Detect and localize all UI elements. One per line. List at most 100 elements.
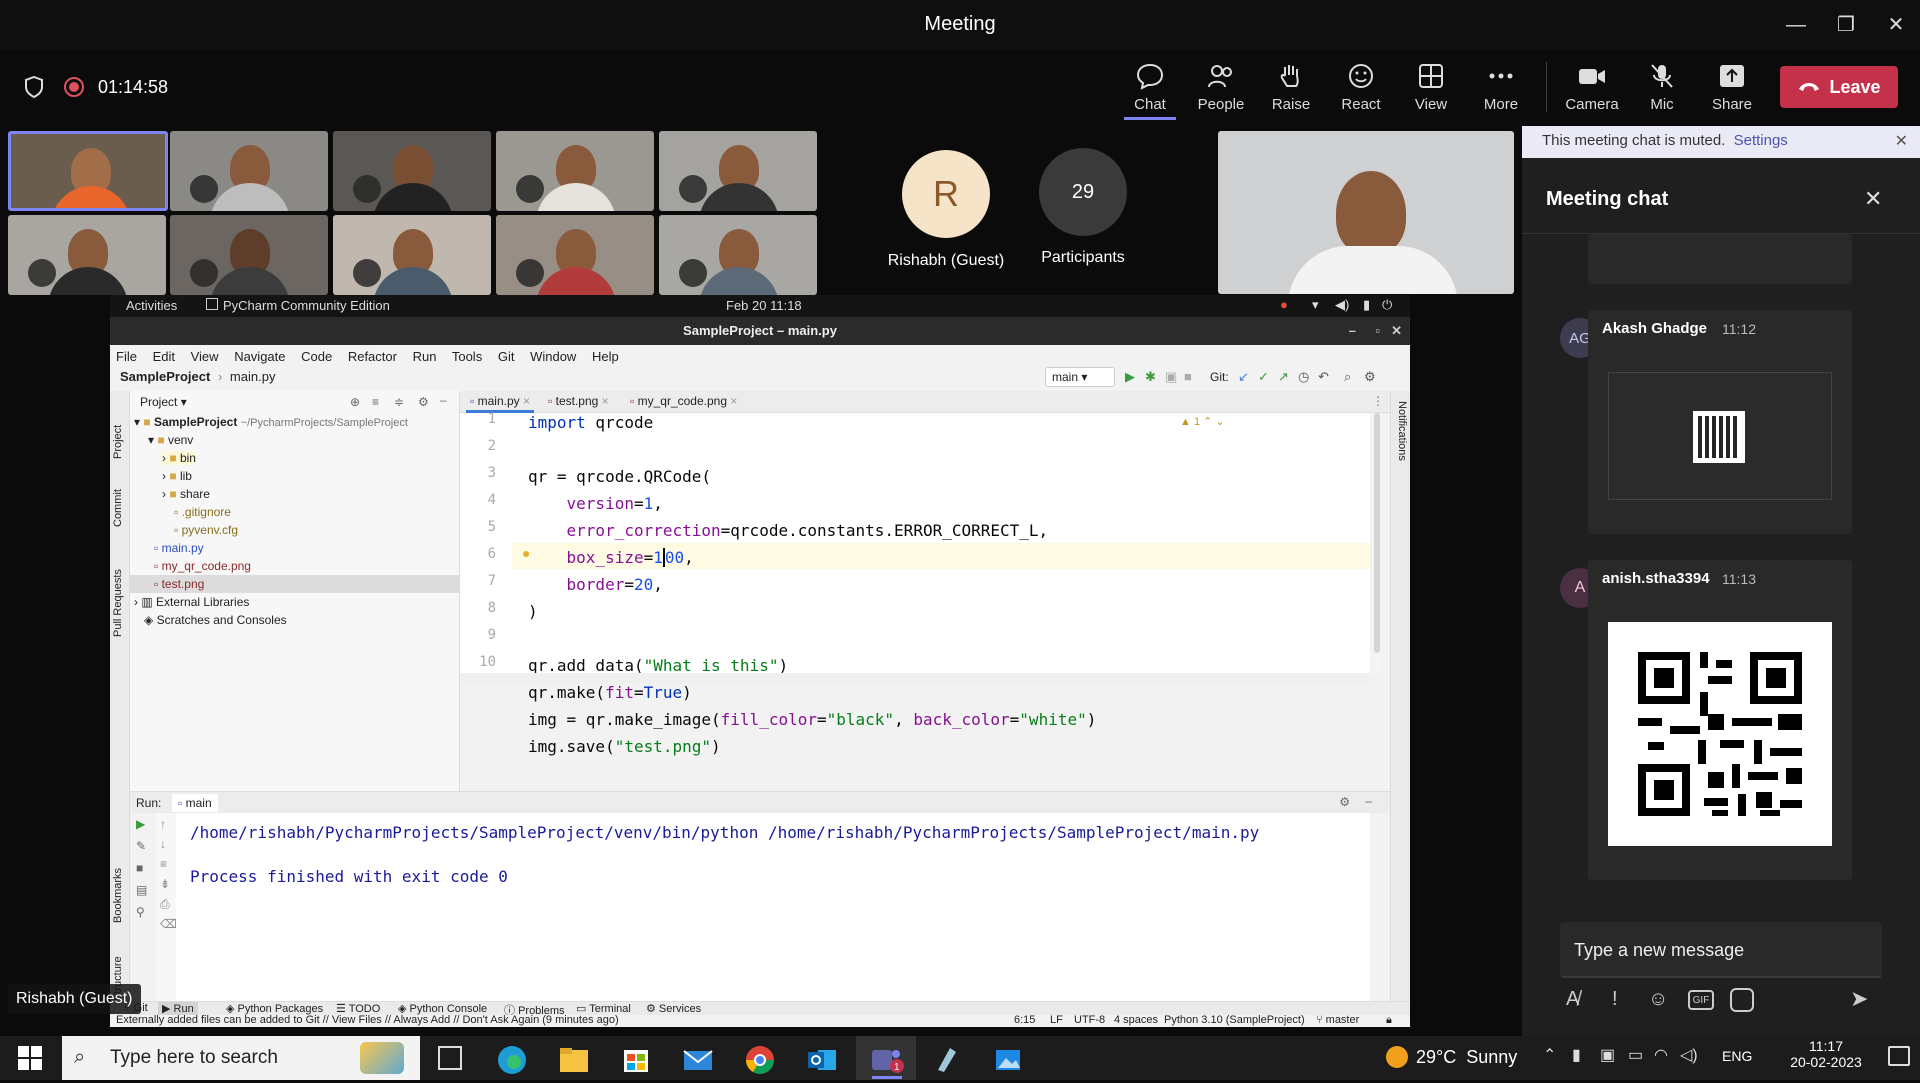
tree-item-qrpng[interactable]: ▫ my_qr_code.png [154,559,251,573]
menu-refactor[interactable]: Refactor [348,349,397,364]
battery-icon[interactable]: ▭ [1628,1045,1643,1065]
close-chat-icon[interactable]: ✕ [1864,186,1882,212]
qr-code-image[interactable] [1608,622,1832,846]
print-icon[interactable]: ⎙ [160,897,170,912]
tab-services[interactable]: ⚙ Services [646,1002,701,1015]
more-button[interactable]: More [1466,62,1536,113]
status-interpreter[interactable]: Python 3.10 (SampleProject) [1164,1014,1305,1026]
menu-tools[interactable]: Tools [452,349,482,364]
collapse-all-icon[interactable]: ≑ [394,395,404,409]
git-push-icon[interactable]: ↗ [1278,369,1289,385]
weather-icon[interactable] [1386,1046,1408,1068]
menu-git[interactable]: Git [498,349,515,364]
settings-gear-icon[interactable]: ⚙ [1364,369,1376,385]
soft-wrap-icon[interactable]: ≡ [160,857,167,871]
video-tile-self[interactable] [8,131,168,211]
tab-test-png[interactable]: ▫ test.png × [548,394,609,408]
send-icon[interactable]: ➤ [1850,986,1876,1012]
people-button[interactable]: People [1186,62,1256,113]
scroll-end-icon[interactable]: ⇟ [160,877,170,891]
menu-help[interactable]: Help [592,349,619,364]
tree-item-pyvenv[interactable]: ▫ pyvenv.cfg [174,523,238,537]
emoji-icon[interactable]: ☺ [1648,988,1672,1012]
chevron-up-icon[interactable]: ⌃ [1543,1045,1556,1065]
status-message[interactable]: Externally added files can be added to G… [116,1014,619,1026]
run-tab-main[interactable]: ▫ main [172,794,218,812]
video-tile[interactable] [333,215,491,295]
close-banner-icon[interactable]: ✕ [1895,131,1908,151]
video-tile[interactable] [496,131,654,211]
restore-button[interactable]: ❐ [1826,10,1866,40]
tree-item-testpng[interactable]: ▫ test.png [154,577,204,591]
clear-icon[interactable]: ⌫ [160,917,177,931]
share-button[interactable]: Share [1697,62,1767,113]
breadcrumb-project[interactable]: SampleProject [120,369,210,384]
tool-pull-requests[interactable]: Pull Requests [112,537,128,637]
tree-item-lib[interactable]: › ■ lib [162,469,192,483]
snipping-tool-icon[interactable] [928,1042,968,1078]
project-panel-title[interactable]: Project ▾ [140,395,187,409]
expand-all-icon[interactable]: ≡ [372,395,379,409]
coverage-icon[interactable]: ▣ [1165,369,1177,385]
format-icon[interactable]: A̸ [1566,988,1592,1012]
task-view-icon[interactable] [438,1046,462,1070]
microphone-tray-icon[interactable]: ▮ [1572,1045,1581,1065]
tool-bookmarks[interactable]: Bookmarks [112,853,128,923]
important-icon[interactable]: ! [1612,988,1632,1012]
close-window-button[interactable]: ✕ [1876,10,1916,40]
status-line-sep[interactable]: LF [1050,1014,1063,1026]
locate-icon[interactable]: ⊕ [350,395,360,409]
video-tile[interactable] [659,215,817,295]
windows-start-icon[interactable] [18,1046,42,1070]
wrench-icon[interactable]: ✎ [136,839,146,853]
git-update-icon[interactable]: ↙ [1238,369,1249,385]
tree-item-venv[interactable]: ▾ ■ venv [148,433,193,447]
debug-icon[interactable]: ✱ [1145,369,1156,385]
close-icon[interactable]: ✕ [1391,317,1402,345]
menu-view[interactable]: View [191,349,219,364]
status-branch[interactable]: ⑂ master [1316,1014,1359,1026]
breadcrumb-file[interactable]: main.py [230,369,276,384]
camera-button[interactable]: Camera [1557,62,1627,113]
video-tile[interactable] [496,215,654,295]
chat-button[interactable]: Chat [1115,62,1185,113]
video-tile[interactable] [170,131,328,211]
chat-message-input[interactable]: Type a new message [1560,922,1882,978]
react-button[interactable]: React [1326,62,1396,113]
tree-item-mainpy[interactable]: ▫ main.py [154,541,204,555]
run-config-selector[interactable]: main ▾ [1045,367,1115,387]
up-icon[interactable]: ↑ [160,817,166,831]
video-tile[interactable] [659,131,817,211]
chrome-icon[interactable] [742,1042,782,1078]
photos-icon[interactable] [990,1042,1030,1078]
editor-scrollbar[interactable] [1372,413,1382,673]
menu-code[interactable]: Code [301,349,332,364]
history-icon[interactable]: ◷ [1298,369,1309,385]
menu-window[interactable]: Window [530,349,576,364]
stop-run-icon[interactable]: ■ [136,861,143,875]
run-console[interactable]: /home/rishabh/PycharmProjects/SampleProj… [176,813,1370,1001]
mic-button[interactable]: Mic [1627,62,1697,113]
menu-edit[interactable]: Edit [153,349,175,364]
tree-item-scratches[interactable]: ◈ Scratches and Consoles [144,613,287,627]
volume-tray-icon[interactable]: ◁) [1680,1045,1698,1065]
stop-icon[interactable]: ■ [1184,369,1192,384]
view-button[interactable]: View [1396,62,1466,113]
edge-icon[interactable] [494,1042,534,1078]
run-settings-icon[interactable]: ⚙ [1339,795,1350,809]
status-caret[interactable]: 6:15 [1014,1014,1035,1026]
warning-indicator[interactable]: ▲ 1 ⌃ ⌄ [1180,415,1225,428]
taskbar-clock[interactable]: 11:17 20-02-2023 [1780,1038,1872,1070]
video-tile[interactable] [8,215,166,295]
tree-item-bin[interactable]: › ■ bin [162,451,196,465]
taskbar-search-box[interactable]: ⌕ Type here to search [62,1036,420,1080]
rerun-icon[interactable]: ▶ [136,817,145,831]
hide-run-icon[interactable]: – [1365,794,1372,808]
meet-now-icon[interactable]: ▣ [1600,1045,1615,1065]
tab-menu-icon[interactable]: ⋮ [1372,394,1384,408]
editor-hscroll[interactable] [460,673,1370,683]
gif-icon[interactable]: GIF [1688,990,1714,1010]
tool-commit[interactable]: Commit [112,467,128,527]
status-encoding[interactable]: UTF-8 [1074,1014,1105,1026]
video-tile-pinned[interactable] [1218,131,1514,294]
